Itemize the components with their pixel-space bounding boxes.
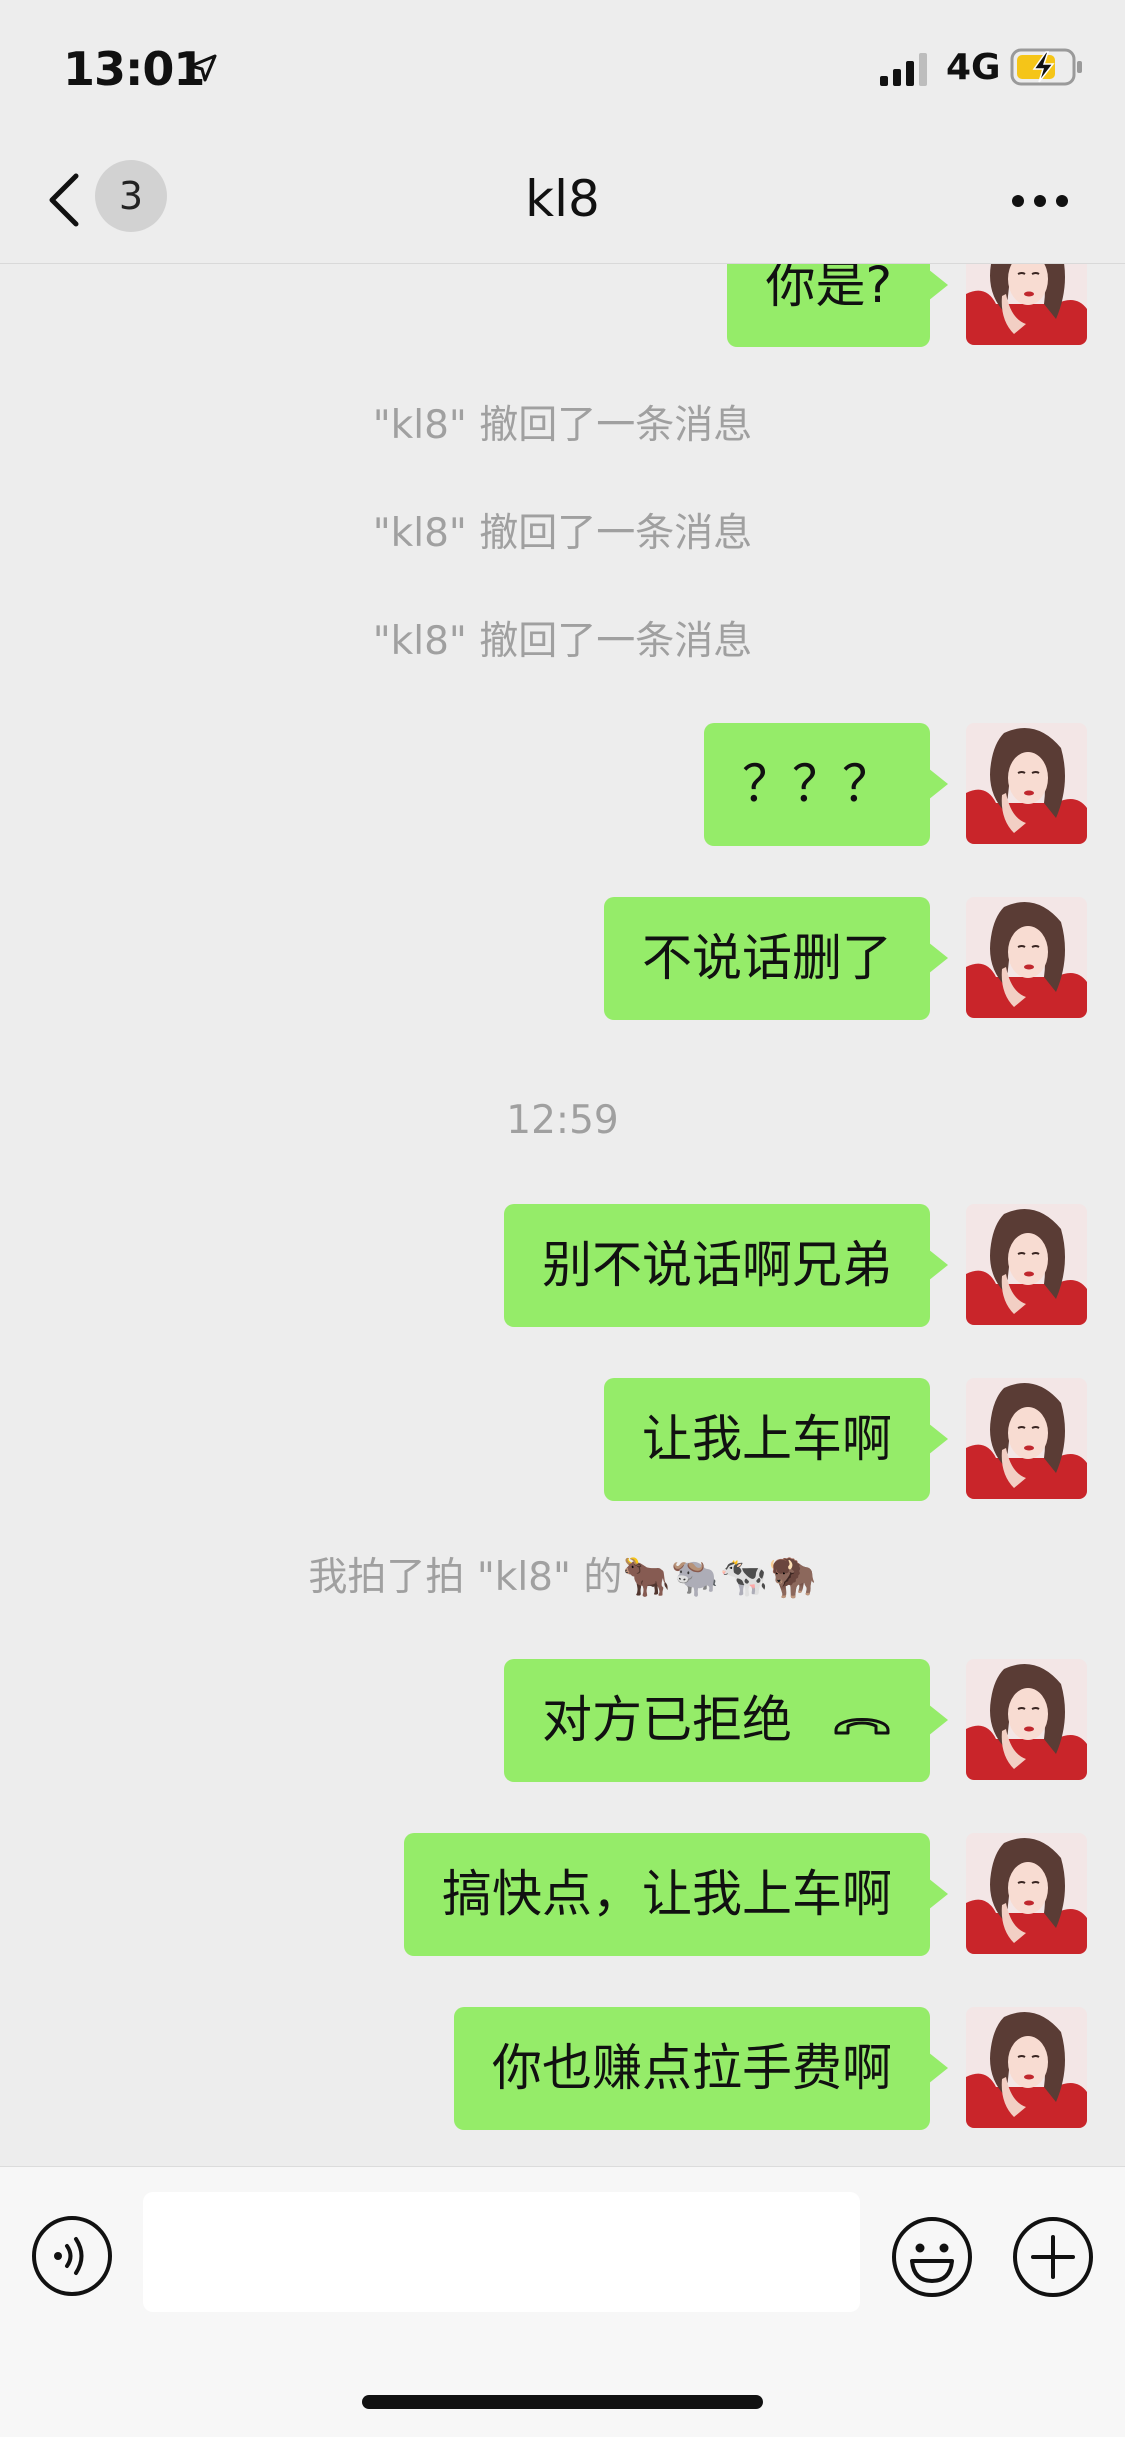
recall-notice: "kl8" 撤回了一条消息 [372, 511, 753, 556]
message-row: 让我上车啊 [0, 1378, 1125, 1501]
voice-input-icon[interactable] [31, 2215, 113, 2297]
avatar[interactable] [966, 2007, 1087, 2128]
message-list[interactable]: 你是? "kl8" 撤回了一条消息 "kl8" 撤回了一条消息 "kl8" 撤回… [0, 264, 1125, 2166]
location-arrow-icon [189, 54, 217, 82]
message-bubble[interactable]: 让我上车啊 [604, 1378, 948, 1501]
message-row: 你是? [0, 264, 1125, 347]
message-bubble[interactable]: 搞快点，让我上车啊 [404, 1833, 948, 1956]
message-row: 搞快点，让我上车啊 [0, 1833, 1125, 1956]
message-bubble[interactable]: 不说话删了 [604, 897, 948, 1020]
avatar[interactable] [966, 897, 1087, 1018]
timestamp: 12:59 [506, 1098, 619, 1143]
message-bubble[interactable]: 你也赚点拉手费啊 [454, 2007, 948, 2130]
hang-up-icon [834, 1717, 890, 1734]
more-options-icon[interactable] [1010, 193, 1070, 209]
call-record-bubble[interactable]: 对方已拒绝 [504, 1659, 948, 1782]
recall-notice: "kl8" 撤回了一条消息 [372, 619, 753, 664]
home-indicator[interactable] [362, 2395, 763, 2409]
status-time: 13:01 [63, 42, 205, 96]
message-input[interactable] [143, 2192, 860, 2312]
message-bubble[interactable]: ？？？ [704, 723, 948, 846]
avatar[interactable] [966, 1833, 1087, 1954]
chat-input-bar [0, 2166, 1125, 2437]
message-row: 你也赚点拉手费啊 [0, 2007, 1125, 2130]
chat-title: kl8 [525, 170, 600, 228]
avatar[interactable] [966, 264, 1087, 345]
avatar[interactable] [966, 1204, 1087, 1325]
add-more-icon[interactable] [1011, 2215, 1095, 2299]
message-bubble[interactable]: 你是? [727, 264, 948, 347]
avatar[interactable] [966, 723, 1087, 844]
message-bubble[interactable]: 别不说话啊兄弟 [504, 1204, 948, 1327]
message-row: ？？？ [0, 723, 1125, 846]
message-row: 对方已拒绝 [0, 1659, 1125, 1782]
call-status-text: 对方已拒绝 [542, 1691, 792, 1749]
recall-notice: "kl8" 撤回了一条消息 [372, 403, 753, 448]
status-bar: 13:01 4G [0, 0, 1125, 135]
avatar[interactable] [966, 1659, 1087, 1780]
emoji-icon[interactable] [890, 2215, 974, 2299]
battery-charging-icon [1010, 48, 1082, 86]
avatar[interactable] [966, 1378, 1087, 1499]
cellular-signal-icon [880, 53, 927, 86]
pat-notice: 我拍了拍 "kl8" 的🐂🐃🐄🦬 [308, 1555, 817, 1600]
message-row: 别不说话啊兄弟 [0, 1204, 1125, 1327]
chat-nav-bar: 3 kl8 [0, 135, 1125, 264]
network-type: 4G [946, 47, 1001, 88]
message-row: 不说话删了 [0, 897, 1125, 1020]
